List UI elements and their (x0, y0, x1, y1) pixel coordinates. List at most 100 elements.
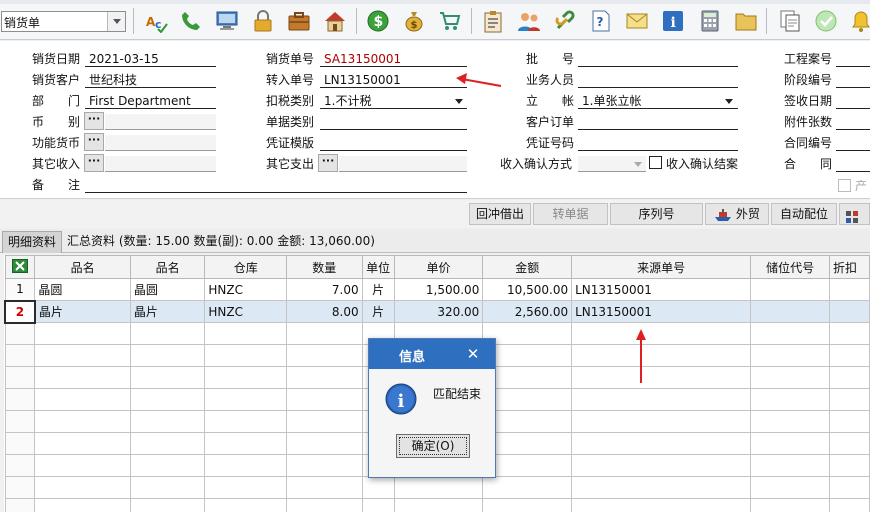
empty-cell[interactable] (286, 498, 363, 512)
empty-cell[interactable] (482, 432, 573, 455)
empty-cell[interactable] (34, 476, 131, 499)
column-header[interactable]: 数量 (286, 255, 363, 279)
empty-cell[interactable] (571, 498, 752, 512)
empty-cell[interactable] (482, 388, 573, 411)
empty-cell[interactable] (204, 366, 288, 389)
empty-cell[interactable] (204, 454, 288, 477)
column-header[interactable]: 来源单号 (571, 255, 752, 279)
empty-cell[interactable] (482, 322, 573, 345)
clipboard-icon[interactable] (479, 7, 507, 35)
empty-cell[interactable] (204, 344, 288, 367)
house-icon[interactable] (321, 7, 349, 35)
empty-cell[interactable] (204, 410, 288, 433)
cell-source-no[interactable]: LN13150001 (571, 300, 752, 323)
empty-cell[interactable] (129, 454, 206, 477)
empty-cell[interactable] (482, 344, 573, 367)
chevron-down-icon[interactable] (634, 162, 642, 167)
ok-button[interactable]: 确定(O) (396, 434, 470, 458)
empty-cell[interactable] (482, 498, 573, 512)
currency-lookup-button[interactable]: ··· (84, 112, 104, 130)
empty-cell[interactable] (34, 498, 131, 512)
calculator-icon[interactable] (696, 7, 724, 35)
empty-cell[interactable] (571, 476, 752, 499)
empty-cell[interactable] (828, 432, 870, 455)
empty-cell[interactable] (34, 410, 131, 433)
cell-source-no[interactable]: LN13150001 (571, 278, 752, 301)
cell-name[interactable]: 晶圆 (34, 278, 131, 301)
other-expense-lookup-button[interactable]: ··· (318, 154, 338, 172)
empty-cell[interactable] (286, 454, 363, 477)
cell-quantity[interactable]: 7.00 (286, 278, 363, 301)
empty-cell[interactable] (286, 388, 363, 411)
help-document-icon[interactable]: ? (587, 7, 615, 35)
column-header[interactable]: 仓库 (204, 255, 288, 279)
empty-cell[interactable] (571, 322, 752, 345)
column-header[interactable]: 品名 (129, 255, 206, 279)
cell-warehouse[interactable]: HNZC (204, 300, 288, 323)
empty-cell[interactable] (129, 366, 206, 389)
cell-discount[interactable] (828, 278, 870, 301)
offset-borrow-button[interactable]: 回冲借出 (469, 203, 531, 225)
empty-cell[interactable] (204, 322, 288, 345)
close-icon[interactable]: ✕ (464, 345, 482, 363)
empty-cell[interactable] (482, 410, 573, 433)
attachments-field[interactable] (836, 114, 870, 130)
currency-field[interactable] (105, 114, 216, 130)
shopping-cart-icon[interactable] (436, 7, 464, 35)
cell-amount[interactable]: 10,500.00 (482, 278, 573, 301)
empty-cell[interactable] (571, 410, 752, 433)
serial-no-button[interactable]: 序列号 (610, 203, 703, 225)
chevron-down-icon[interactable] (107, 12, 125, 31)
empty-cell[interactable] (750, 498, 830, 512)
column-header[interactable]: 单位 (361, 255, 395, 279)
empty-cell[interactable] (129, 344, 206, 367)
func-currency-lookup-button[interactable]: ··· (84, 133, 104, 151)
cell-discount[interactable] (828, 300, 870, 323)
cell-price[interactable]: 1,500.00 (393, 278, 484, 301)
empty-cell[interactable] (204, 432, 288, 455)
bill-type-field[interactable] (320, 114, 467, 130)
briefcase-icon[interactable] (285, 7, 313, 35)
column-header[interactable]: 单价 (393, 255, 484, 279)
foreign-trade-button[interactable]: 外贸 (705, 203, 769, 225)
mail-icon[interactable] (623, 7, 651, 35)
product-partial-checkbox[interactable] (838, 179, 851, 192)
empty-cell[interactable] (34, 344, 131, 367)
sale-no-field[interactable]: SA13150001 (320, 51, 467, 67)
empty-cell[interactable] (828, 344, 870, 367)
empty-cell[interactable] (129, 476, 206, 499)
other-expense-field[interactable] (339, 156, 467, 172)
cell-amount[interactable]: 2,560.00 (482, 300, 573, 323)
tax-type-select[interactable]: 1.不计税 (320, 93, 467, 109)
empty-cell[interactable] (828, 366, 870, 389)
empty-cell[interactable] (750, 388, 830, 411)
cell-quantity[interactable]: 8.00 (286, 300, 363, 323)
cell-location[interactable] (750, 300, 830, 323)
voucher-no-field[interactable] (578, 135, 738, 151)
lock-icon[interactable] (249, 7, 277, 35)
empty-cell[interactable] (571, 432, 752, 455)
empty-cell[interactable] (286, 432, 363, 455)
cell-name[interactable]: 晶片 (129, 300, 206, 323)
empty-cell[interactable] (129, 432, 206, 455)
empty-cell[interactable] (571, 388, 752, 411)
convert-doc-button[interactable]: 转单据 (533, 203, 608, 225)
empty-cell[interactable] (828, 322, 870, 345)
empty-cell[interactable] (393, 476, 484, 499)
tab-summary[interactable]: 汇总资料 (数量: 15.00 数量(副): 0.00 金额: 13,060.0… (62, 231, 380, 253)
empty-cell[interactable] (286, 366, 363, 389)
table-row[interactable] (4, 476, 870, 499)
empty-cell[interactable] (828, 410, 870, 433)
abc-spellcheck-icon[interactable]: Ac (142, 7, 170, 35)
phone-icon[interactable] (177, 7, 205, 35)
cell-unit[interactable]: 片 (361, 278, 395, 301)
empty-cell[interactable] (750, 366, 830, 389)
empty-cell[interactable] (34, 454, 131, 477)
empty-cell[interactable] (571, 454, 752, 477)
table-row[interactable]: 2 晶片 晶片 HNZC 8.00 片 320.00 2,560.00 LN13… (4, 299, 870, 324)
empty-cell[interactable] (129, 410, 206, 433)
other-income-lookup-button[interactable]: ··· (84, 154, 104, 172)
empty-cell[interactable] (361, 476, 395, 499)
empty-cell[interactable] (204, 498, 288, 512)
empty-cell[interactable] (34, 432, 131, 455)
